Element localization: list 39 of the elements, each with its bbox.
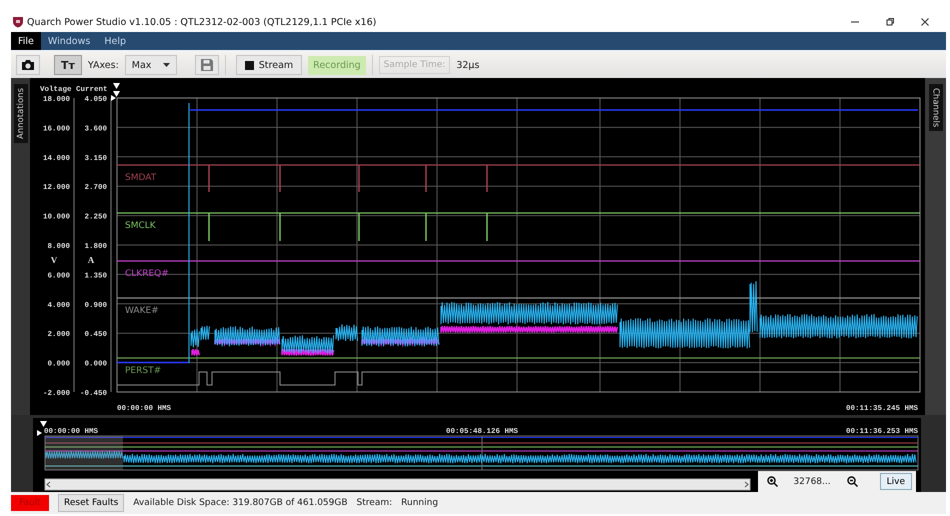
channel-label: SMCLK: [125, 221, 156, 231]
channel-label: WAKE#: [125, 306, 159, 316]
voltage-unit: V: [50, 255, 58, 265]
current-unit: A: [88, 255, 94, 265]
zoom-in-icon: [766, 476, 778, 487]
reset-faults-button[interactable]: Reset Faults: [58, 494, 124, 512]
channels-tab[interactable]: Channels: [928, 84, 942, 132]
restore-icon[interactable]: [885, 17, 895, 27]
yaxes-label: YAxes:: [88, 60, 119, 70]
cursor-marker-icon[interactable]: [111, 83, 120, 101]
save-icon: [200, 59, 213, 71]
stream-button[interactable]: Stream: [236, 55, 302, 75]
disk-space-text: Available Disk Space: 319.807GB of 461.059GB: [133, 498, 348, 508]
live-button[interactable]: Live: [880, 473, 912, 490]
sample-time-value: 32μs: [456, 60, 480, 70]
recording-status: Recording: [308, 56, 366, 74]
close-icon[interactable]: [920, 17, 930, 27]
horizontal-scrollbar[interactable]: [44, 478, 750, 490]
menu-item[interactable]: Help: [97, 32, 133, 50]
app-logo-icon: [12, 16, 24, 28]
camera-icon: [21, 59, 35, 71]
menu-item[interactable]: Windows: [40, 32, 98, 50]
menu-item[interactable]: File: [11, 32, 41, 50]
stop-icon: [244, 60, 254, 70]
channel-label: PERST#: [125, 366, 162, 376]
stream-label: Stream:: [356, 498, 392, 508]
fault-indicator: Fault: [11, 495, 49, 511]
yaxes-dropdown[interactable]: Max: [124, 55, 177, 75]
channel-label: SMDAT: [125, 173, 156, 183]
text-size-button[interactable]: Tт: [54, 55, 82, 75]
zoom-out-icon: [846, 476, 858, 487]
stream-status: Running: [401, 498, 438, 508]
sample-time-label: Sample Time:: [378, 56, 450, 74]
camera-button[interactable]: [16, 55, 40, 75]
window-title: Quarch Power Studio v1.10.05 : QTL2312-02-003 (QTL2129,1.1 PCIe x16): [27, 16, 376, 28]
zoom-value: 32768...: [792, 476, 832, 486]
annotations-tab[interactable]: Annotations: [14, 84, 28, 144]
channel-label: CLKREQ#: [125, 269, 169, 279]
caret-icon: [162, 63, 170, 67]
